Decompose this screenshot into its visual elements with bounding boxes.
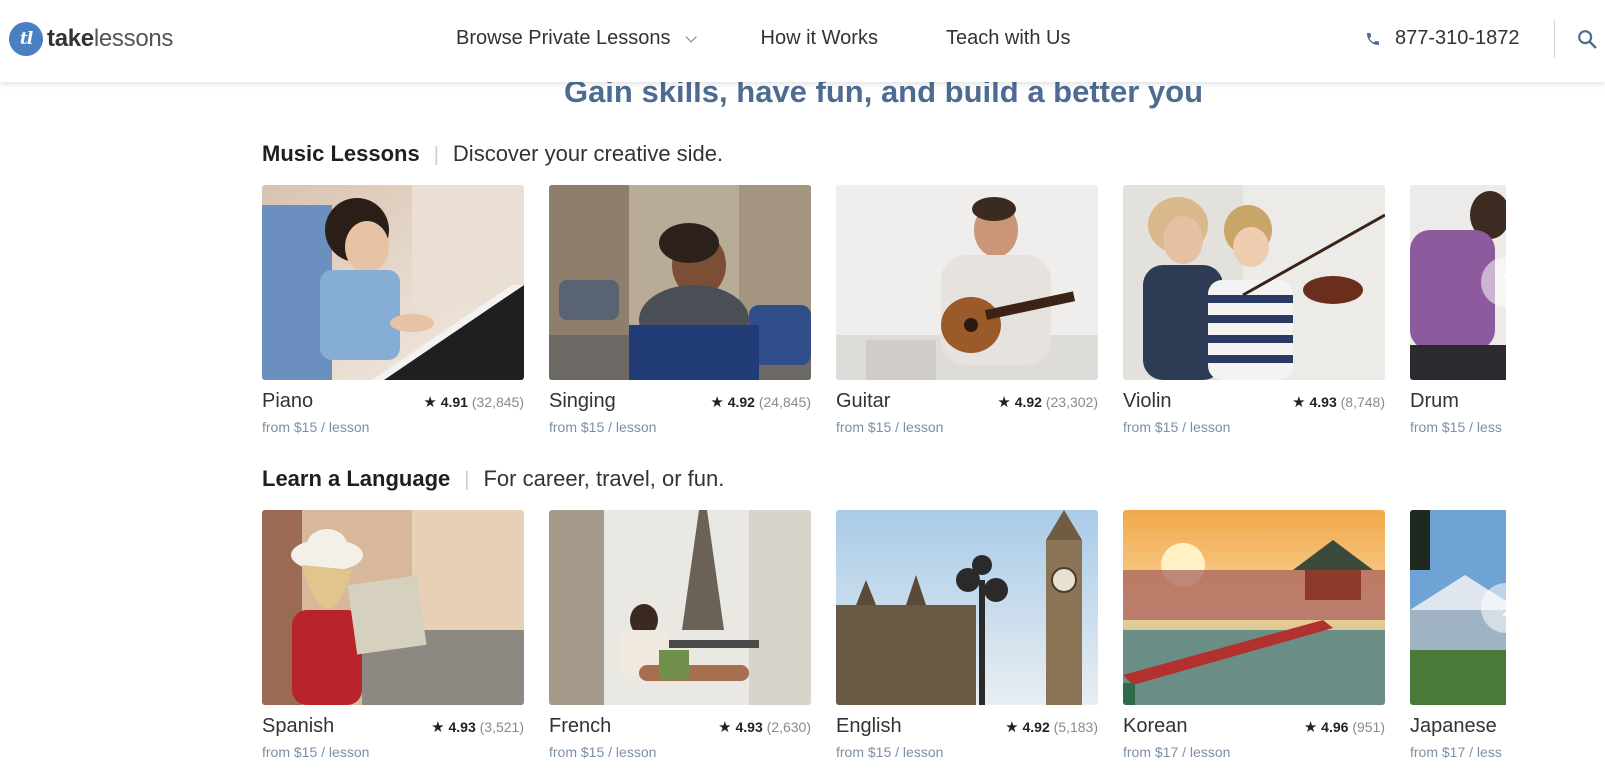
star-icon: ★ — [1005, 719, 1019, 736]
lesson-name: Piano — [262, 390, 314, 412]
nav-how-it-works[interactable]: How it Works — [761, 27, 878, 50]
chevron-right-icon — [1495, 599, 1512, 617]
lesson-name: Drum — [1410, 390, 1459, 412]
lesson-name: English — [836, 715, 902, 737]
music-carousel: Piano ★ 4.91 (32,845) from $15 / lesson … — [262, 185, 1506, 445]
star-icon: ★ — [710, 394, 724, 411]
lesson-card-korean[interactable]: Korean ★ 4.96 (951) from $17 / lesson — [1123, 510, 1385, 760]
lesson-price: from $15 / less — [1410, 419, 1502, 435]
lesson-price: from $15 / lesson — [836, 419, 944, 435]
star-icon: ★ — [1303, 719, 1318, 736]
lesson-name: Singing — [549, 390, 616, 412]
nav-teach-with-us[interactable]: Teach with Us — [946, 27, 1071, 50]
language-section-title: Learn a Language | For career, travel, o… — [262, 466, 724, 492]
nav-label: Browse Private Lessons — [456, 27, 671, 49]
lesson-name: French — [549, 715, 612, 737]
lesson-price: from $15 / lesson — [262, 744, 370, 760]
piano-image — [262, 185, 524, 380]
lesson-price: from $15 / lesson — [549, 419, 657, 435]
section-subtitle: For career, travel, or fun. — [483, 466, 725, 491]
lesson-rating: ★ 4.93 (3,521) — [431, 719, 524, 736]
nav-browse-private-lessons[interactable]: Browse Private Lessons — [456, 27, 697, 50]
lesson-name: Japanese — [1410, 715, 1497, 737]
lesson-price: from $15 / lesson — [549, 744, 657, 760]
lesson-card-singing[interactable]: Singing ★ 4.92 (24,845) from $15 / lesso… — [549, 185, 811, 435]
lesson-name: Korean — [1123, 715, 1188, 737]
guitar-image — [836, 185, 1098, 380]
lesson-card-french[interactable]: French ★ 4.93 (2,630) from $15 / lesson — [549, 510, 811, 760]
logo-mark-icon: tl — [9, 22, 43, 56]
nav-label: Teach with Us — [945, 27, 1071, 49]
singing-image — [549, 185, 811, 380]
lesson-name: Guitar — [836, 390, 891, 412]
star-icon: ★ — [1292, 394, 1306, 411]
spanish-image — [262, 510, 524, 705]
lesson-card-violin[interactable]: Violin ★ 4.93 (8,748) from $15 / lesson — [1123, 185, 1385, 435]
takelessons-logo[interactable]: tl takelessons — [9, 22, 173, 56]
section-subtitle: Discover your creative side. — [452, 141, 724, 166]
phone-link[interactable]: 877-310-1872 — [1365, 27, 1520, 50]
lesson-name: Violin — [1123, 390, 1172, 412]
music-carousel-next-button[interactable] — [1481, 257, 1531, 307]
phone-number: 877-310-1872 — [1395, 27, 1520, 49]
lesson-rating: ★ 4.91 (32,845) — [423, 394, 524, 411]
music-section-title: Music Lessons | Discover your creative s… — [262, 141, 723, 167]
star-icon: ★ — [718, 719, 732, 736]
lesson-card-japanese[interactable]: Japanese from $17 / less — [1410, 510, 1506, 760]
search-icon[interactable] — [1576, 28, 1598, 50]
lesson-rating: ★ 4.92 (5,183) — [1005, 719, 1098, 736]
nav-label: How it Works — [760, 27, 878, 49]
lesson-card-guitar[interactable]: Guitar ★ 4.92 (23,302) from $15 / lesson — [836, 185, 1098, 435]
lesson-card-english[interactable]: English ★ 4.92 (5,183) from $15 / lesson — [836, 510, 1098, 760]
lesson-card-drum[interactable]: Drum from $15 / less — [1410, 185, 1506, 435]
lesson-rating: ★ 4.92 (23,302) — [997, 394, 1098, 411]
star-icon: ★ — [997, 394, 1011, 411]
star-icon: ★ — [431, 719, 445, 736]
lesson-name: Spanish — [262, 715, 335, 737]
section-heading: Learn a Language — [262, 466, 451, 491]
lesson-price: from $15 / lesson — [262, 419, 370, 435]
korean-image — [1123, 510, 1385, 705]
lesson-rating: ★ 4.92 (24,845) — [710, 394, 811, 411]
logo-wordmark: takelessons — [47, 25, 174, 52]
chevron-down-icon — [685, 30, 697, 43]
title-separator: | — [433, 144, 439, 166]
lesson-card-piano[interactable]: Piano ★ 4.91 (32,845) from $15 / lesson — [262, 185, 524, 435]
lesson-rating: ★ 4.93 (8,748) — [1292, 394, 1385, 411]
title-separator: | — [464, 469, 470, 491]
lesson-price: from $15 / lesson — [836, 744, 944, 760]
lesson-price: from $17 / lesson — [1123, 744, 1231, 760]
section-heading: Music Lessons — [262, 141, 420, 166]
phone-icon — [1367, 32, 1379, 45]
chevron-right-icon — [1495, 273, 1512, 291]
english-image — [836, 510, 1098, 705]
lesson-card-spanish[interactable]: Spanish ★ 4.93 (3,521) from $15 / lesson — [262, 510, 524, 760]
language-carousel: Spanish ★ 4.93 (3,521) from $15 / lesson… — [262, 510, 1506, 770]
lesson-rating: ★ 4.93 (2,630) — [718, 719, 811, 736]
language-carousel-next-button[interactable] — [1481, 583, 1531, 633]
main-nav: Browse Private Lessons How it Works Teac… — [456, 27, 1070, 50]
header-divider — [1554, 20, 1555, 58]
site-header: tl takelessons Browse Private Lessons Ho… — [0, 0, 1605, 82]
lesson-price: from $17 / less — [1410, 744, 1502, 760]
violin-image — [1123, 185, 1385, 380]
lesson-price: from $15 / lesson — [1123, 419, 1231, 435]
french-image — [549, 510, 811, 705]
lesson-rating: ★ 4.96 (951) — [1303, 719, 1385, 736]
star-icon: ★ — [423, 394, 437, 411]
